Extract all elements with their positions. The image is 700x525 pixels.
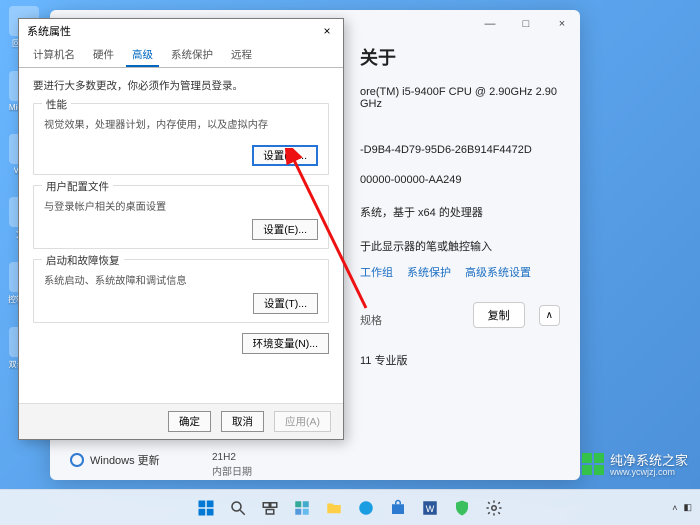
edge-icon[interactable] [353, 495, 379, 521]
tab-computer-name[interactable]: 计算机名 [27, 43, 81, 67]
svg-text:W: W [426, 503, 435, 513]
spec-version: 21H2 内部日期 [212, 452, 252, 478]
group-title: 性能 [42, 97, 71, 112]
start-icon[interactable] [193, 495, 219, 521]
brand-logo-icon [582, 453, 604, 475]
sidebar-item-label: Windows 更新 [90, 452, 160, 468]
environment-variables-button[interactable]: 环境变量(N)... [242, 333, 329, 354]
group-user-profiles: 用户配置文件 与登录帐户相关的桌面设置 设置(E)... [33, 185, 329, 249]
taskbar: W ˄ ◧ [0, 489, 700, 525]
close-button[interactable]: × [550, 18, 574, 30]
link-domain[interactable]: 工作组 [360, 264, 393, 280]
apply-button[interactable]: 应用(A) [274, 411, 331, 432]
cancel-button[interactable]: 取消 [221, 411, 264, 432]
brand-name: 纯净系统之家 [610, 453, 688, 468]
performance-settings-button[interactable]: 设置(S)... [252, 145, 318, 166]
copy-button[interactable]: 复制 [473, 302, 525, 328]
widgets-icon[interactable] [289, 495, 315, 521]
system-properties-dialog: 系统属性 × 计算机名 硬件 高级 系统保护 远程 要进行大多数更改，你必须作为… [18, 18, 344, 440]
related-links: 工作组 系统保护 高级系统设置 [360, 264, 560, 280]
store-icon[interactable] [385, 495, 411, 521]
sidebar-item-windows-update[interactable]: Windows 更新 [70, 452, 160, 468]
tab-hardware[interactable]: 硬件 [87, 43, 120, 67]
spec-system-type: 系统，基于 x64 的处理器 [360, 204, 560, 220]
admin-hint: 要进行大多数更改，你必须作为管理员登录。 [33, 78, 329, 93]
security-icon[interactable] [449, 495, 475, 521]
group-title: 启动和故障恢复 [42, 253, 124, 268]
spec-device-id: -D9B4-4D79-95D6-26B914F4472D [360, 144, 560, 156]
tray-network-icon[interactable]: ◧ [683, 502, 692, 513]
minimize-button[interactable]: — [478, 18, 502, 30]
spec-heading: 规格 [360, 312, 382, 328]
search-icon[interactable] [225, 495, 251, 521]
tab-remote[interactable]: 远程 [225, 43, 258, 67]
watermark: 纯净系统之家 www.ycwjzj.com [582, 450, 688, 477]
expand-button[interactable]: ∧ [539, 305, 560, 326]
tab-advanced[interactable]: 高级 [126, 43, 159, 67]
group-title: 用户配置文件 [42, 179, 113, 194]
tab-system-protection[interactable]: 系统保护 [165, 43, 219, 67]
dialog-tabs: 计算机名 硬件 高级 系统保护 远程 [19, 43, 343, 68]
group-desc: 系统启动、系统故障和调试信息 [44, 272, 318, 287]
group-desc: 与登录帐户相关的桌面设置 [44, 198, 318, 213]
dialog-body: 要进行大多数更改，你必须作为管理员登录。 性能 视觉效果，处理器计划，内存使用，… [19, 68, 343, 370]
close-icon[interactable]: × [317, 24, 337, 38]
system-tray[interactable]: ˄ ◧ [672, 502, 692, 513]
group-performance: 性能 视觉效果，处理器计划，内存使用，以及虚拟内存 设置(S)... [33, 103, 329, 175]
taskview-icon[interactable] [257, 495, 283, 521]
user-profiles-settings-button[interactable]: 设置(E)... [252, 219, 318, 240]
dialog-title: 系统属性 [27, 23, 71, 39]
link-advanced-settings[interactable]: 高级系统设置 [465, 264, 531, 280]
spec-edition: 11 专业版 [360, 352, 560, 368]
startup-settings-button[interactable]: 设置(T)... [253, 293, 318, 314]
tray-chevron-icon[interactable]: ˄ [672, 503, 677, 513]
spec-product-id: 00000-00000-AA249 [360, 174, 560, 186]
brand-url: www.ycwjzj.com [610, 467, 688, 477]
group-startup-recovery: 启动和故障恢复 系统启动、系统故障和调试信息 设置(T)... [33, 259, 329, 323]
refresh-icon [70, 453, 84, 467]
settings-icon[interactable] [481, 495, 507, 521]
maximize-button[interactable]: □ [514, 18, 538, 30]
dialog-footer: 确定 取消 应用(A) [19, 403, 343, 439]
dialog-titlebar: 系统属性 × [19, 19, 343, 43]
spec-pen-touch: 于此显示器的笔或触控输入 [360, 238, 560, 254]
ok-button[interactable]: 确定 [168, 411, 211, 432]
word-icon[interactable]: W [417, 495, 443, 521]
link-system-protection[interactable]: 系统保护 [407, 264, 451, 280]
spec-cpu: ore(TM) i5-9400F CPU @ 2.90GHz 2.90 GHz [360, 86, 560, 110]
explorer-icon[interactable] [321, 495, 347, 521]
group-desc: 视觉效果，处理器计划，内存使用，以及虚拟内存 [44, 116, 318, 131]
